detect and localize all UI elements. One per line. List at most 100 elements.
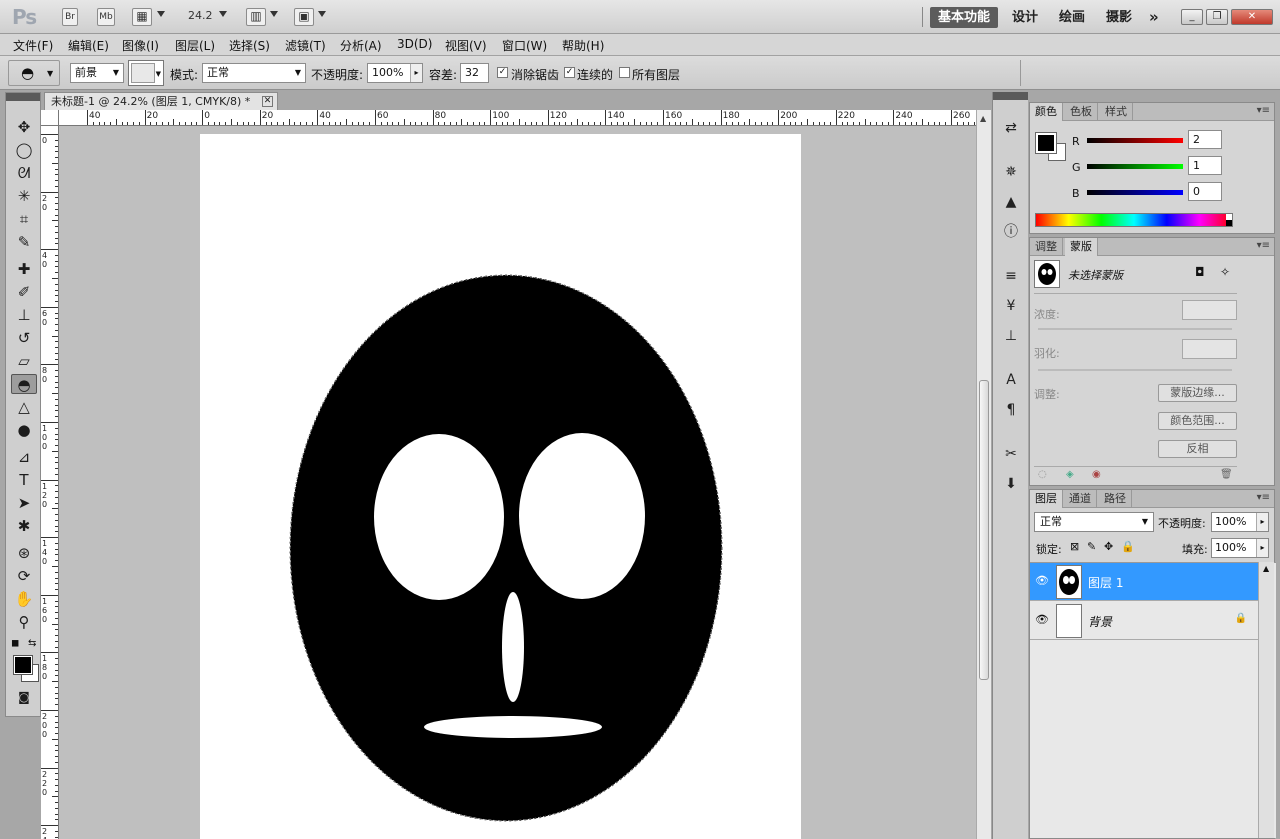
layer-row[interactable]: 👁 背景 🔒 bbox=[1030, 602, 1259, 640]
antialias-checkbox[interactable]: ✓ bbox=[497, 67, 508, 78]
magic-wand-icon[interactable]: ✳ bbox=[11, 186, 37, 206]
menu-3d[interactable]: 3D(D) bbox=[397, 37, 432, 51]
foreground-color-swatch[interactable] bbox=[13, 655, 33, 675]
menu-select[interactable]: 选择(S) bbox=[229, 37, 270, 54]
vertical-scrollbar[interactable]: ▲ bbox=[976, 110, 991, 839]
paint-bucket-icon[interactable]: ◓ bbox=[11, 374, 37, 394]
elliptical-marquee-icon[interactable]: ◯ bbox=[11, 140, 37, 160]
tab-adjustments[interactable]: 调整 bbox=[1030, 238, 1063, 256]
view-extras-caret-icon[interactable] bbox=[157, 11, 165, 17]
menu-filter[interactable]: 滤镜(T) bbox=[285, 37, 326, 54]
swap-colors-icon[interactable]: ⇆ bbox=[28, 638, 36, 649]
history-icon[interactable]: ⇄ bbox=[1001, 118, 1021, 138]
panel-menu-icon[interactable]: ▾≡ bbox=[1257, 105, 1270, 116]
lock-position-icon[interactable]: ✥ bbox=[1104, 540, 1113, 553]
pen-icon[interactable]: ⊿ bbox=[11, 447, 37, 467]
opacity-slider-button[interactable]: ▸ bbox=[1256, 513, 1268, 531]
dodge-icon[interactable]: ● bbox=[11, 420, 37, 440]
feather-input[interactable] bbox=[1182, 339, 1237, 359]
screen-mode-caret-icon[interactable] bbox=[318, 11, 326, 17]
type-icon[interactable]: T bbox=[11, 470, 37, 490]
more-workspaces-button[interactable]: » bbox=[1149, 7, 1159, 28]
lock-transparent-icon[interactable]: ⊠ bbox=[1070, 540, 1079, 553]
minimize-button[interactable]: _ bbox=[1181, 9, 1203, 25]
visibility-eye-icon[interactable]: 👁 bbox=[1035, 613, 1049, 626]
red-value-input[interactable]: 2 bbox=[1188, 130, 1222, 149]
blend-mode-select[interactable]: 正常 ▼ bbox=[202, 63, 306, 83]
tool-preset-picker[interactable]: ◓ ▼ bbox=[8, 60, 60, 86]
navigator-icon[interactable]: ✵ bbox=[1001, 162, 1021, 182]
layer-name[interactable]: 图层 1 bbox=[1088, 574, 1123, 591]
paragraph-icon[interactable]: ¶ bbox=[1001, 400, 1021, 420]
blur-icon[interactable]: △ bbox=[11, 397, 37, 417]
density-input[interactable] bbox=[1182, 300, 1237, 320]
scroll-up-icon[interactable]: ▲ bbox=[1263, 564, 1269, 573]
scroll-up-icon[interactable]: ▲ bbox=[980, 114, 986, 123]
screen-mode-button[interactable]: ▣ bbox=[294, 8, 314, 26]
color-ramp[interactable] bbox=[1035, 213, 1233, 227]
menu-image[interactable]: 图像(I) bbox=[122, 37, 159, 54]
brush-panel-icon[interactable]: ¥ bbox=[1001, 296, 1021, 316]
workspace-painting[interactable]: 绘画 bbox=[1059, 7, 1085, 28]
info-icon[interactable]: ⓘ bbox=[1001, 222, 1021, 242]
vector-mask-icon[interactable]: ✧ bbox=[1220, 265, 1230, 279]
crop-icon[interactable]: ⌗ bbox=[11, 209, 37, 229]
brush-presets-icon[interactable]: ≡ bbox=[1001, 266, 1021, 286]
density-slider[interactable] bbox=[1038, 328, 1232, 330]
ruler-origin[interactable] bbox=[41, 110, 59, 126]
fill-input[interactable]: 100% ▸ bbox=[1211, 538, 1269, 558]
panel-menu-icon[interactable]: ▾≡ bbox=[1257, 240, 1270, 251]
close-button[interactable]: ✕ bbox=[1231, 9, 1273, 25]
visibility-eye-icon[interactable]: 👁 bbox=[1035, 574, 1049, 587]
tab-masks[interactable]: 蒙版 bbox=[1065, 238, 1098, 256]
3d-panel-icon[interactable]: ⬇ bbox=[1001, 474, 1021, 494]
document-tab[interactable]: 未标题-1 @ 24.2% (图层 1, CMYK/8) * ✕ bbox=[44, 92, 278, 110]
workspace-photography[interactable]: 摄影 bbox=[1106, 7, 1132, 28]
disable-mask-icon[interactable]: ◉ bbox=[1092, 469, 1101, 480]
canvas-area[interactable] bbox=[59, 126, 976, 839]
lock-image-icon[interactable]: ✎ bbox=[1087, 540, 1096, 553]
character-icon[interactable]: A bbox=[1001, 370, 1021, 390]
panel-menu-icon[interactable]: ▾≡ bbox=[1257, 492, 1270, 503]
color-range-button[interactable]: 颜色范围... bbox=[1158, 412, 1237, 430]
eraser-icon[interactable]: ▱ bbox=[11, 351, 37, 371]
tab-color[interactable]: 颜色 bbox=[1030, 103, 1063, 121]
arrange-caret-icon[interactable] bbox=[270, 11, 278, 17]
menu-help[interactable]: 帮助(H) bbox=[562, 37, 604, 54]
hand-icon[interactable]: ✋ bbox=[11, 589, 37, 609]
clone-source-icon[interactable]: ⊥ bbox=[1001, 326, 1021, 346]
layers-scrollbar[interactable]: ▲ bbox=[1258, 562, 1274, 838]
close-icon[interactable]: ✕ bbox=[262, 96, 273, 107]
pattern-picker[interactable]: ▼ bbox=[128, 60, 164, 86]
history-brush-icon[interactable]: ↺ bbox=[11, 328, 37, 348]
invert-button[interactable]: 反相 bbox=[1158, 440, 1237, 458]
contiguous-checkbox[interactable]: ✓ bbox=[564, 67, 575, 78]
custom-shape-icon[interactable]: ✱ bbox=[11, 516, 37, 536]
feather-slider[interactable] bbox=[1038, 369, 1232, 371]
tools-panel-header[interactable] bbox=[6, 93, 40, 101]
dock-header[interactable] bbox=[993, 92, 1028, 100]
menu-edit[interactable]: 编辑(E) bbox=[68, 37, 109, 54]
3d-orbit-icon[interactable]: ⟳ bbox=[11, 566, 37, 586]
tab-styles[interactable]: 样式 bbox=[1100, 103, 1133, 121]
menu-analysis[interactable]: 分析(A) bbox=[340, 37, 382, 54]
move-tool-icon[interactable]: ✥ bbox=[11, 117, 37, 137]
tolerance-input[interactable]: 32 bbox=[460, 63, 489, 83]
lasso-icon[interactable]: ᘛ bbox=[11, 163, 37, 183]
green-value-input[interactable]: 1 bbox=[1188, 156, 1222, 175]
menu-window[interactable]: 窗口(W) bbox=[502, 37, 547, 54]
eyedropper-icon[interactable]: ✎ bbox=[11, 232, 37, 252]
tab-paths[interactable]: 路径 bbox=[1099, 490, 1132, 508]
clone-stamp-icon[interactable]: ⊥ bbox=[11, 305, 37, 325]
quick-mask-icon[interactable]: ◙ bbox=[11, 687, 37, 707]
delete-mask-icon[interactable]: 🗑 bbox=[1220, 469, 1233, 480]
default-colors-icon[interactable]: ◼ bbox=[11, 638, 19, 649]
mini-bridge-button[interactable]: Mb bbox=[97, 8, 115, 26]
tab-channels[interactable]: 通道 bbox=[1064, 490, 1097, 508]
healing-brush-icon[interactable]: ✚ bbox=[11, 259, 37, 279]
path-selection-icon[interactable]: ➤ bbox=[11, 493, 37, 513]
tool-presets-icon[interactable]: ✂ bbox=[1001, 444, 1021, 464]
pixel-mask-icon[interactable]: ◘ bbox=[1195, 265, 1205, 279]
layer-opacity-input[interactable]: 100% ▸ bbox=[1211, 512, 1269, 532]
document-canvas[interactable] bbox=[200, 134, 801, 839]
